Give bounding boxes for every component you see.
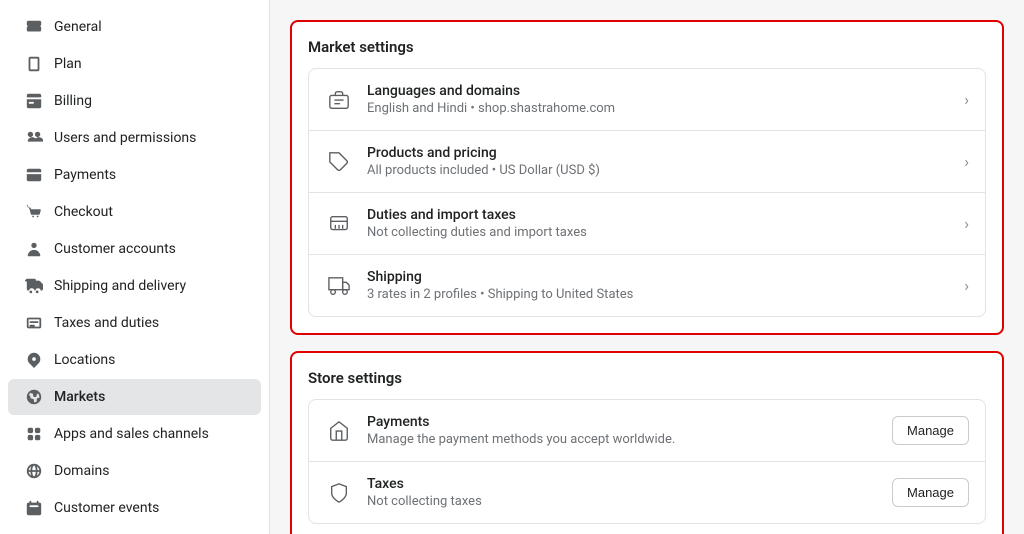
sidebar-label-users: Users and permissions	[54, 130, 196, 146]
customer-events-icon	[24, 498, 44, 518]
languages-arrow: ›	[964, 90, 969, 109]
apps-icon	[24, 424, 44, 444]
sidebar-label-checkout: Checkout	[54, 204, 113, 220]
shipping-item[interactable]: Shipping 3 rates in 2 profiles • Shippin…	[309, 255, 985, 316]
duties-icon	[325, 210, 353, 238]
sidebar-label-locations: Locations	[54, 352, 115, 368]
sidebar-item-payments[interactable]: Payments	[8, 157, 261, 193]
market-settings-section: Market settings Languages and domains En…	[290, 20, 1004, 335]
store-settings-list: Payments Manage the payment methods you …	[308, 399, 986, 524]
products-pricing-content: Products and pricing All products includ…	[367, 145, 950, 178]
sidebar-label-taxes: Taxes and duties	[54, 315, 159, 331]
products-pricing-title: Products and pricing	[367, 145, 950, 161]
store-settings-title: Store settings	[308, 369, 986, 387]
sidebar-item-plan[interactable]: Plan	[8, 46, 261, 82]
shipping-subtitle: 3 rates in 2 profiles • Shipping to Unit…	[367, 287, 950, 302]
sidebar-item-shipping[interactable]: Shipping and delivery	[8, 268, 261, 304]
sidebar-label-apps: Apps and sales channels	[54, 426, 209, 442]
products-pricing-item[interactable]: Products and pricing All products includ…	[309, 131, 985, 193]
taxes-store-content: Taxes Not collecting taxes	[367, 476, 878, 509]
taxes-manage-button[interactable]: Manage	[892, 478, 969, 507]
store-settings-section: Store settings Payments Manage the payme…	[290, 351, 1004, 534]
languages-content: Languages and domains English and Hindi …	[367, 83, 950, 116]
payments-store-title: Payments	[367, 414, 878, 430]
billing-icon	[24, 91, 44, 111]
sidebar-label-general: General	[54, 19, 102, 35]
languages-icon	[325, 86, 353, 114]
sidebar-item-customer-events[interactable]: Customer events	[8, 490, 261, 526]
shipping-title: Shipping	[367, 269, 950, 285]
sidebar-item-checkout[interactable]: Checkout	[8, 194, 261, 230]
sidebar-label-customer-accounts: Customer accounts	[54, 241, 176, 257]
checkout-icon	[24, 202, 44, 222]
shipping-content: Shipping 3 rates in 2 profiles • Shippin…	[367, 269, 950, 302]
sidebar-item-billing[interactable]: Billing	[8, 83, 261, 119]
sidebar: General Plan Billing Users and permissio…	[0, 0, 270, 534]
duties-subtitle: Not collecting duties and import taxes	[367, 225, 950, 240]
payments-store-subtitle: Manage the payment methods you accept wo…	[367, 432, 878, 447]
shipping-nav-icon	[24, 276, 44, 296]
main-content: Market settings Languages and domains En…	[270, 0, 1024, 534]
market-settings-title: Market settings	[308, 38, 986, 56]
duties-title: Duties and import taxes	[367, 207, 950, 223]
sidebar-item-apps[interactable]: Apps and sales channels	[8, 416, 261, 452]
taxes-store-title: Taxes	[367, 476, 878, 492]
products-pricing-arrow: ›	[964, 152, 969, 171]
shipping-icon	[325, 272, 353, 300]
users-icon	[24, 128, 44, 148]
sidebar-item-taxes[interactable]: Taxes and duties	[8, 305, 261, 341]
payments-manage-button[interactable]: Manage	[892, 416, 969, 445]
taxes-store-subtitle: Not collecting taxes	[367, 494, 878, 509]
products-pricing-subtitle: All products included • US Dollar (USD $…	[367, 163, 950, 178]
domains-icon	[24, 461, 44, 481]
payments-store-content: Payments Manage the payment methods you …	[367, 414, 878, 447]
sidebar-item-notifications[interactable]: Notifications	[8, 527, 261, 534]
taxes-store-item[interactable]: Taxes Not collecting taxes Manage	[309, 462, 985, 523]
duties-arrow: ›	[964, 214, 969, 233]
sidebar-item-domains[interactable]: Domains	[8, 453, 261, 489]
products-pricing-icon	[325, 148, 353, 176]
markets-icon	[24, 387, 44, 407]
languages-subtitle: English and Hindi • shop.shastrahome.com	[367, 101, 950, 116]
shipping-arrow: ›	[964, 276, 969, 295]
payments-nav-icon	[24, 165, 44, 185]
sidebar-label-billing: Billing	[54, 93, 92, 109]
sidebar-label-payments: Payments	[54, 167, 116, 183]
sidebar-item-customer-accounts[interactable]: Customer accounts	[8, 231, 261, 267]
store-icon	[24, 17, 44, 37]
sidebar-item-general[interactable]: General	[8, 9, 261, 45]
sidebar-item-locations[interactable]: Locations	[8, 342, 261, 378]
sidebar-item-markets[interactable]: Markets	[8, 379, 261, 415]
payments-store-item[interactable]: Payments Manage the payment methods you …	[309, 400, 985, 462]
sidebar-label-plan: Plan	[54, 56, 82, 72]
taxes-store-icon	[325, 479, 353, 507]
market-settings-list: Languages and domains English and Hindi …	[308, 68, 986, 317]
sidebar-label-customer-events: Customer events	[54, 500, 159, 516]
customer-accounts-icon	[24, 239, 44, 259]
taxes-nav-icon	[24, 313, 44, 333]
languages-item[interactable]: Languages and domains English and Hindi …	[309, 69, 985, 131]
duties-content: Duties and import taxes Not collecting d…	[367, 207, 950, 240]
plan-icon	[24, 54, 44, 74]
languages-title: Languages and domains	[367, 83, 950, 99]
sidebar-label-domains: Domains	[54, 463, 109, 479]
sidebar-label-shipping: Shipping and delivery	[54, 278, 186, 294]
sidebar-item-users[interactable]: Users and permissions	[8, 120, 261, 156]
duties-item[interactable]: Duties and import taxes Not collecting d…	[309, 193, 985, 255]
payments-store-icon	[325, 417, 353, 445]
locations-icon	[24, 350, 44, 370]
sidebar-label-markets: Markets	[54, 389, 105, 405]
